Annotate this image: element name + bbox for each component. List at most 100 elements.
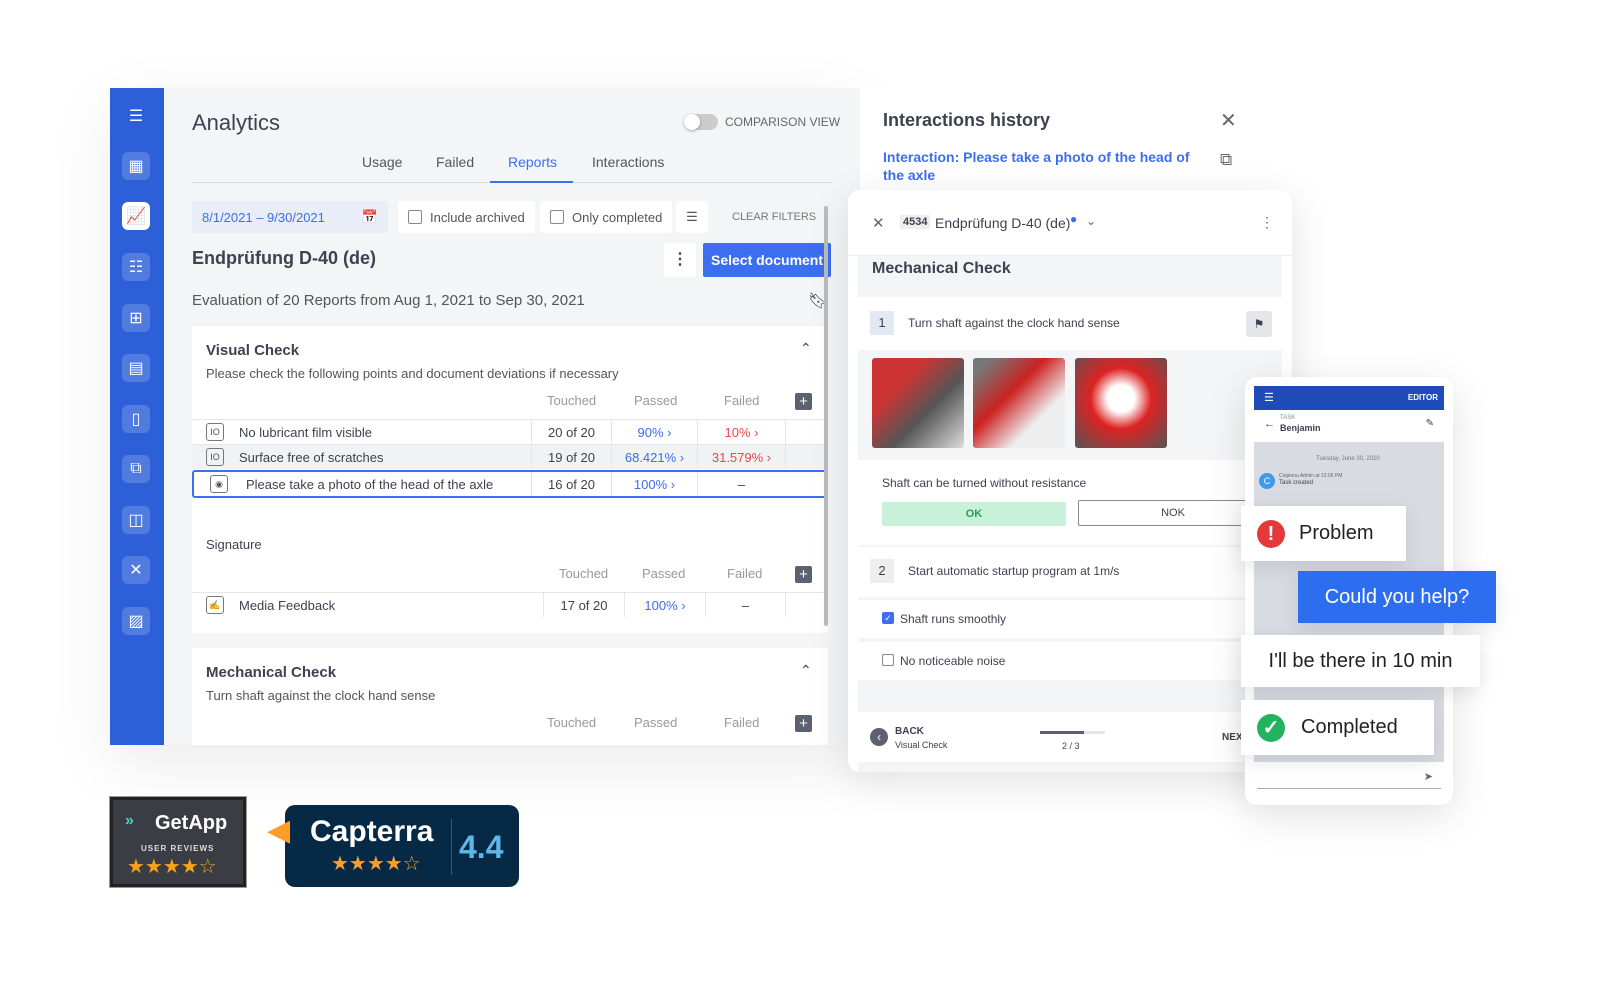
photo-thumbnail[interactable]: [973, 358, 1065, 448]
interaction-link[interactable]: Interaction: Please take a photo of the …: [883, 148, 1203, 184]
select-document-button[interactable]: Select document: [703, 243, 831, 277]
back-arrow-icon[interactable]: ←: [1264, 418, 1275, 430]
failed-value: 31.579%: [711, 449, 764, 465]
passed-link[interactable]: 100% ›: [611, 472, 697, 496]
checklist-footer: ‹ BACK Visual Check 2 / 3 NEX: [858, 712, 1282, 762]
photo-thumbnail[interactable]: [872, 358, 964, 448]
more-options-icon[interactable]: ⋮: [1260, 214, 1274, 231]
filter-settings-icon[interactable]: ☰: [676, 201, 708, 233]
add-icon[interactable]: +: [795, 393, 812, 410]
include-archived-checkbox[interactable]: Include archived: [398, 201, 535, 233]
photo-thumbnail[interactable]: [1075, 358, 1167, 448]
table-row[interactable]: IO No lubricant film visible 20 of 20 90…: [192, 419, 828, 444]
table-row-selected[interactable]: ◉ Please take a photo of the head of the…: [192, 470, 828, 498]
column-touched: Touched: [559, 566, 609, 581]
calendar-add-icon[interactable]: ⊞: [122, 304, 150, 332]
analytics-icon[interactable]: 📈: [122, 202, 150, 230]
chat-bubble-reply: I'll be there in 10 min: [1241, 635, 1480, 687]
column-passed: Passed: [634, 715, 678, 730]
copy-icon[interactable]: ⧉: [122, 455, 150, 483]
flag-icon[interactable]: ⚑: [1246, 311, 1272, 337]
progress-fill: [1040, 731, 1084, 734]
edit-icon[interactable]: ✎: [1426, 418, 1434, 429]
tab-reports[interactable]: Reports: [508, 154, 557, 170]
menu-icon[interactable]: ☰: [122, 102, 150, 130]
section-title: Mechanical Check: [872, 260, 1011, 277]
empty-cell: [785, 420, 828, 444]
tab-usage[interactable]: Usage: [362, 154, 402, 170]
table-row[interactable]: ✍ Media Feedback 17 of 20 100% › –: [192, 592, 828, 617]
nok-button[interactable]: NOK: [1078, 500, 1268, 526]
clear-filters-button[interactable]: CLEAR FILTERS: [732, 211, 816, 223]
date-range-filter[interactable]: 8/1/2021 – 9/30/2021 📅: [192, 201, 388, 233]
document-name: Endprüfung D-40 (de): [935, 215, 1071, 231]
passed-link[interactable]: 90% ›: [611, 420, 697, 444]
back-icon[interactable]: ‹: [870, 728, 888, 746]
getapp-logo-icon: »: [125, 812, 134, 829]
layout-icon[interactable]: ◫: [122, 506, 150, 534]
calendar-icon[interactable]: ▤: [122, 354, 150, 382]
passed-value: 100%: [633, 476, 668, 492]
send-icon[interactable]: ➤: [1424, 770, 1433, 783]
ok-button[interactable]: OK: [882, 502, 1066, 526]
check-no-noise[interactable]: No noticeable noise: [858, 642, 1282, 680]
media-icon[interactable]: ▨: [122, 607, 150, 635]
column-failed: Failed: [727, 566, 763, 581]
task-name: Benjamin: [1280, 423, 1321, 433]
tab-failed[interactable]: Failed: [436, 154, 474, 170]
check-shaft-smooth[interactable]: ✓ Shaft runs smoothly: [858, 600, 1282, 638]
failed-value: 10%: [724, 424, 751, 440]
capterra-logo-icon: ◀: [267, 814, 291, 847]
external-link-icon[interactable]: ⧉: [1220, 150, 1232, 170]
collapse-icon[interactable]: ⌃: [800, 340, 812, 357]
analytics-app: ☰ ▦ 📈 ☷ ⊞ ▤ ▯ ⧉ ◫ ✕ ▨ Analytics COMPARIS…: [110, 88, 860, 745]
close-icon[interactable]: ✕: [872, 214, 885, 232]
table-row[interactable]: IO Surface free of scratches 19 of 20 68…: [192, 444, 828, 469]
only-completed-label: Only completed: [572, 209, 663, 225]
chevron-down-icon[interactable]: ⌄: [1086, 214, 1096, 228]
checkbox-icon: [550, 210, 564, 224]
document-icon[interactable]: ▯: [122, 405, 150, 433]
capterra-badge[interactable]: ◀ Capterra ★★★★☆ 4.4: [267, 805, 519, 887]
sidebar: ☰ ▦ 📈 ☷ ⊞ ▤ ▯ ⧉ ◫ ✕ ▨: [110, 88, 164, 745]
mobile-topbar: ☰ EDITOR: [1254, 386, 1444, 410]
bubble-text: I'll be there in 10 min: [1268, 649, 1453, 672]
comparison-toggle[interactable]: [684, 114, 718, 130]
apps-grid-icon[interactable]: ▦: [122, 152, 150, 180]
back-button[interactable]: BACK: [895, 726, 924, 737]
column-passed: Passed: [642, 566, 686, 581]
touched-value: 16 of 20: [531, 472, 611, 496]
failed-link[interactable]: 31.579% ›: [697, 445, 785, 469]
getapp-badge[interactable]: » GetApp USER REVIEWS ★★★★☆: [109, 796, 247, 888]
message-author: Ciopienu Admin at 12:06 PM: [1279, 473, 1343, 479]
message-input[interactable]: ➤: [1257, 767, 1441, 789]
menu-icon[interactable]: ☰: [1264, 391, 1274, 404]
failed-link[interactable]: 10% ›: [697, 420, 785, 444]
checkbox-icon: [408, 210, 422, 224]
passed-link[interactable]: 68.421% ›: [611, 445, 697, 469]
checklist-icon[interactable]: ☷: [122, 253, 150, 281]
capterra-score: 4.4: [459, 829, 504, 865]
document-title: Endprüfung D-40 (de): [192, 248, 376, 268]
tab-interactions[interactable]: Interactions: [592, 154, 664, 170]
collapse-icon[interactable]: ⌃: [800, 662, 812, 679]
document-id: 4534: [900, 215, 931, 229]
section-title: Visual Check: [206, 342, 300, 359]
comparison-label: COMPARISON VIEW: [725, 115, 841, 129]
back-subtitle: Visual Check: [895, 740, 948, 750]
close-icon[interactable]: ✕: [1220, 108, 1237, 133]
tools-icon[interactable]: ✕: [122, 556, 150, 584]
add-icon[interactable]: +: [795, 566, 812, 583]
next-button[interactable]: NEX: [1222, 732, 1243, 743]
more-options-icon[interactable]: ⋮: [664, 243, 696, 277]
passed-link[interactable]: 100% ›: [624, 593, 705, 617]
scrollbar[interactable]: [824, 206, 828, 626]
add-icon[interactable]: +: [795, 715, 812, 732]
mode-label: EDITOR: [1407, 393, 1438, 402]
alert-icon: !: [1257, 519, 1285, 548]
column-failed: Failed: [724, 393, 760, 408]
message-text: Task created: [1279, 480, 1314, 486]
only-completed-checkbox[interactable]: Only completed: [540, 201, 673, 233]
page-title: Analytics: [192, 110, 281, 135]
row-label: No lubricant film visible: [239, 424, 372, 440]
